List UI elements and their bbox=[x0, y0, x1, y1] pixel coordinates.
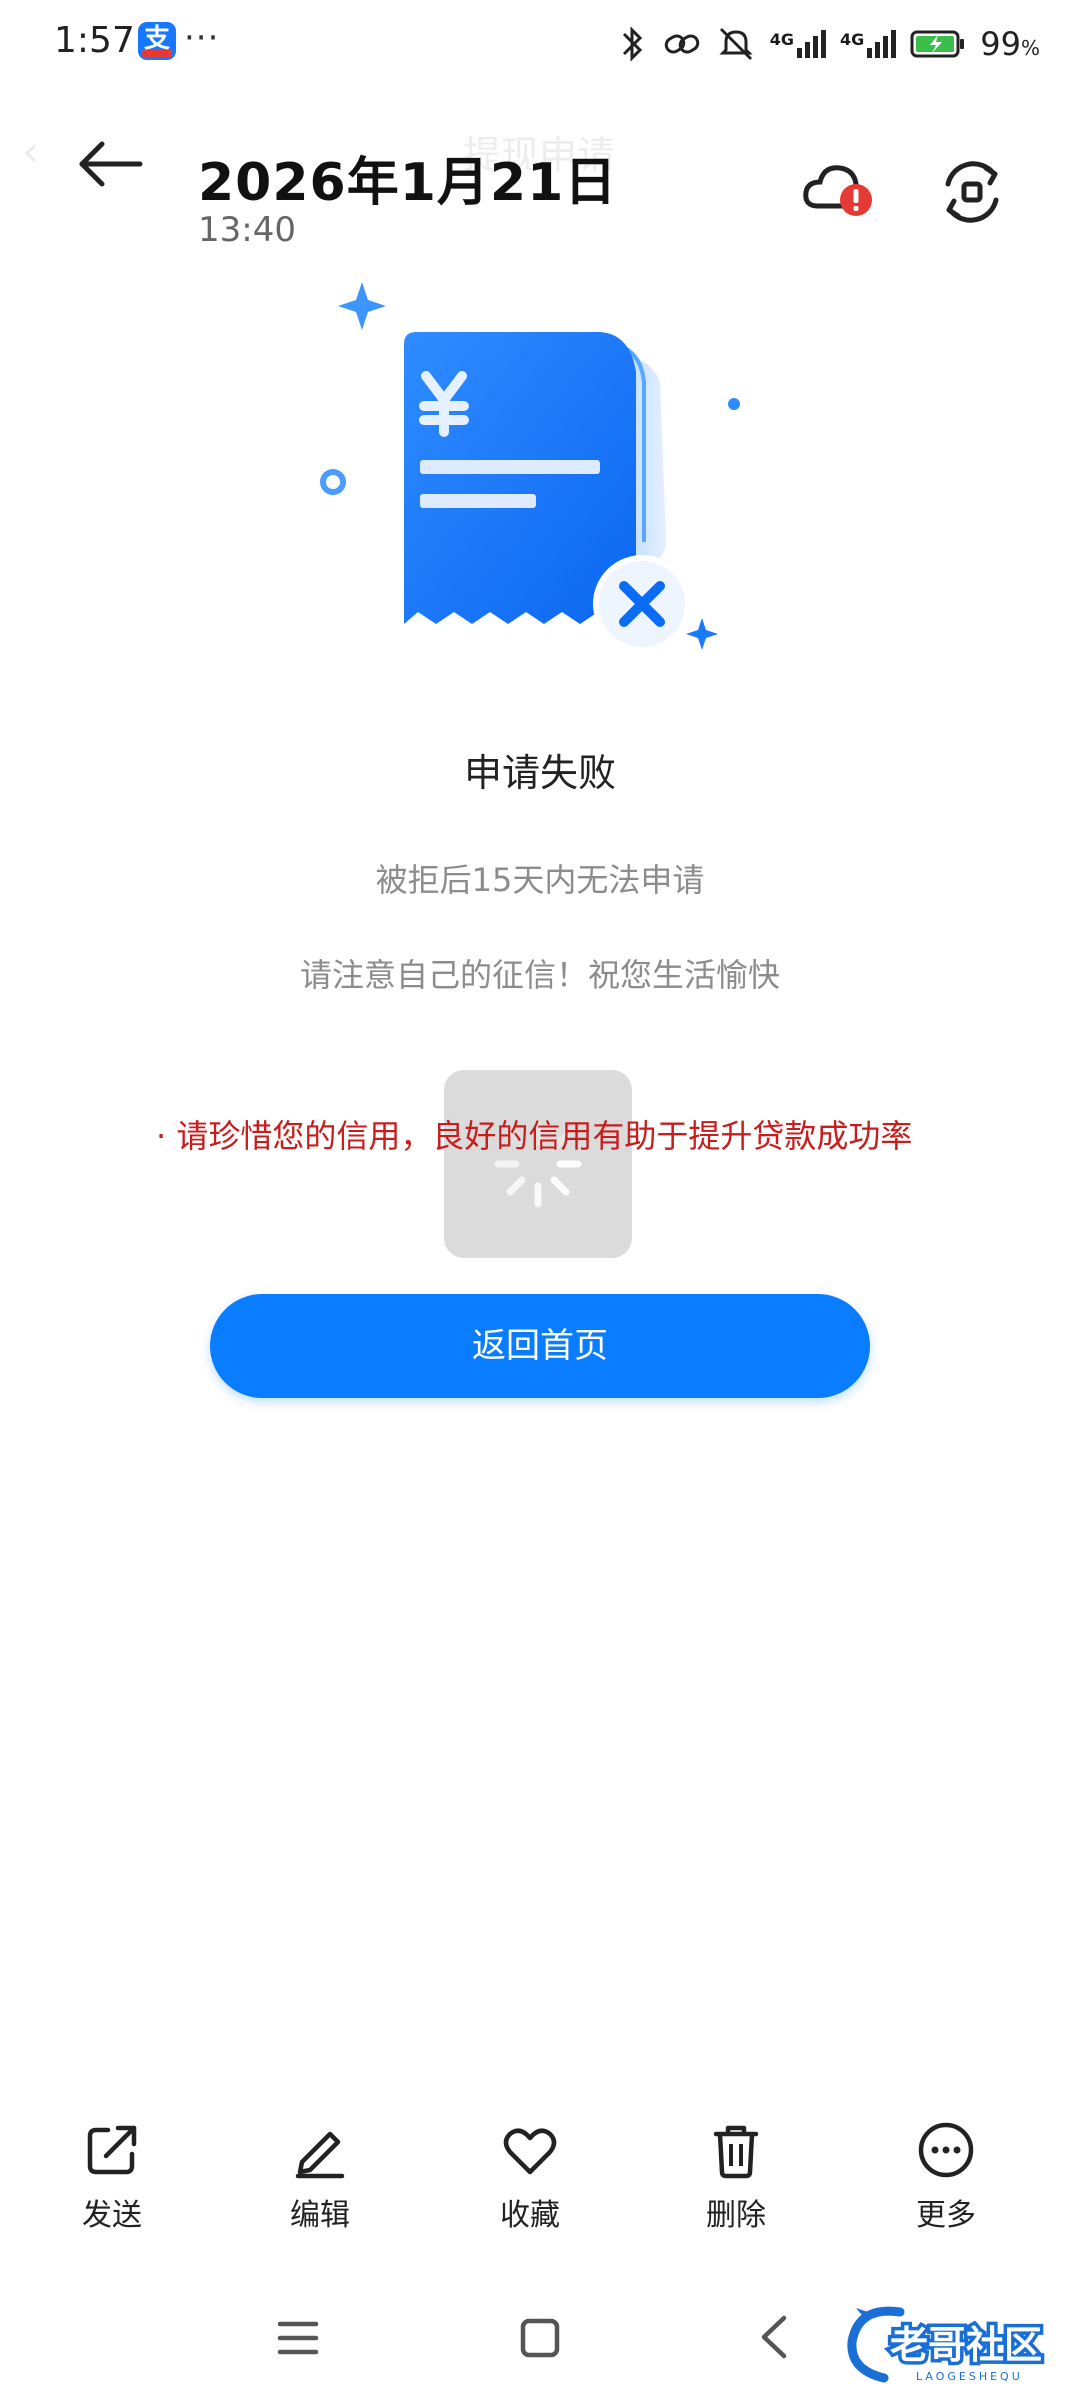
alipay-notification-icon: 支 bbox=[138, 22, 176, 60]
rotate-icon bbox=[945, 161, 999, 223]
more-label: 更多 bbox=[916, 2198, 976, 2233]
heart-icon bbox=[503, 2128, 557, 2175]
link-icon bbox=[664, 34, 699, 54]
record-date: 2026年1月21日 bbox=[198, 153, 618, 213]
result-reminder: 请注意自己的征信！祝您生活愉快 bbox=[299, 956, 780, 994]
share-icon bbox=[87, 2125, 137, 2175]
back-button[interactable] bbox=[70, 130, 150, 210]
bottom-action-bar: 发送 编辑 收藏 删除 更多 bbox=[0, 2120, 1080, 2240]
cloud-sync-button[interactable] bbox=[798, 152, 878, 232]
credit-warning-note: · 请珍惜您的信用，良好的信用有助于提升贷款成功率 bbox=[156, 1117, 913, 1155]
more-notifications-icon: ··· bbox=[184, 18, 220, 58]
network-label-2: 4G bbox=[840, 30, 865, 49]
nav-back-icon[interactable] bbox=[754, 2312, 794, 2362]
watermark-logo: 老哥社区 LAOGESHEQU bbox=[840, 2300, 1076, 2390]
back-arrow-icon bbox=[79, 141, 143, 187]
signal-1: 4G bbox=[770, 30, 826, 58]
sparkle-icon bbox=[686, 618, 718, 650]
network-label-1: 4G bbox=[769, 30, 794, 49]
nav-home-icon[interactable] bbox=[518, 2316, 562, 2360]
loading-spinner-icon bbox=[494, 1120, 582, 1208]
edit-action[interactable]: 编辑 bbox=[240, 2120, 400, 2234]
nav-recents-icon[interactable] bbox=[276, 2316, 320, 2360]
edit-icon bbox=[295, 2131, 345, 2179]
result-title: 申请失败 bbox=[463, 751, 616, 795]
delete-action[interactable]: 删除 bbox=[656, 2120, 816, 2234]
favorite-label: 收藏 bbox=[500, 2198, 560, 2233]
status-icons: 4G 4G 99% bbox=[618, 20, 1040, 68]
send-action[interactable]: 发送 bbox=[32, 2120, 192, 2234]
trash-icon bbox=[713, 2125, 759, 2179]
receipt-failed-illustration bbox=[320, 282, 740, 653]
return-home-button[interactable]: 返回首页 bbox=[210, 1294, 870, 1398]
signal-2: 4G bbox=[840, 30, 897, 58]
bluetooth-icon bbox=[622, 26, 642, 62]
cloud-warning-icon bbox=[803, 165, 872, 216]
sparkle-icon bbox=[338, 282, 386, 330]
status-time: 1:57 bbox=[54, 20, 135, 61]
more-action[interactable]: 更多 bbox=[866, 2120, 1026, 2234]
edit-label: 编辑 bbox=[290, 2198, 350, 2233]
rotate-screen-button[interactable] bbox=[932, 152, 1012, 232]
more-icon bbox=[918, 2122, 974, 2178]
battery-percent: 99% bbox=[980, 25, 1040, 63]
watermark-text: 老哥社区 bbox=[890, 2323, 1042, 2367]
delete-label: 删除 bbox=[706, 2198, 766, 2233]
status-bar: 1:57 支 ··· 4G 4G 99% bbox=[0, 0, 1080, 90]
watermark-subtext: LAOGESHEQU bbox=[916, 2370, 1023, 2383]
favorite-action[interactable]: 收藏 bbox=[450, 2120, 610, 2234]
result-subtitle: 被拒后15天内无法申请 bbox=[375, 861, 705, 899]
dragon-logo-icon: 老哥社区 LAOGESHEQU bbox=[847, 2306, 1046, 2383]
send-label: 发送 bbox=[82, 2198, 142, 2233]
battery-charging-icon bbox=[910, 30, 965, 58]
record-time: 13:40 bbox=[198, 210, 296, 250]
loading-overlay bbox=[444, 1070, 632, 1258]
ghost-back-icon: ‹ bbox=[22, 126, 40, 177]
mute-icon bbox=[719, 27, 753, 61]
